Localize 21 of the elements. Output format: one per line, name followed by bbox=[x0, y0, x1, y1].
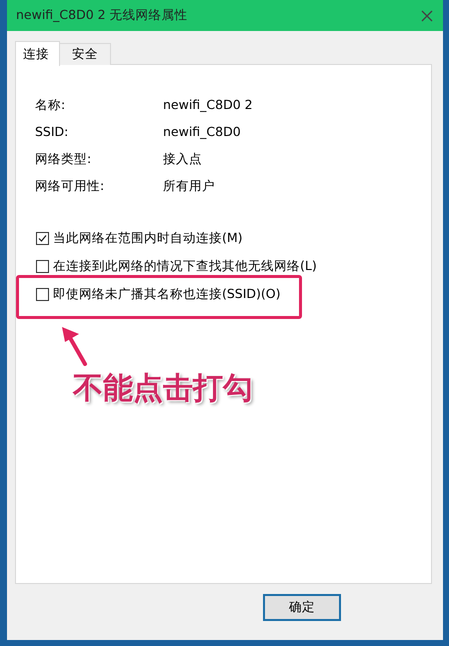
close-icon[interactable] bbox=[421, 10, 433, 22]
checkbox[interactable] bbox=[36, 288, 49, 300]
annotation-text: 不能点击打勾 bbox=[73, 370, 253, 408]
window-title: newifi_C8D0 2 无线网络属性 bbox=[16, 7, 188, 24]
checkbox-label: 在连接到此网络的情况下查找其他无线网络(L) bbox=[53, 257, 317, 275]
property-value: newifi_C8D0 2 bbox=[163, 97, 254, 113]
property-label: 网络可用性: bbox=[35, 178, 106, 194]
property-value: 接入点 bbox=[163, 151, 203, 167]
property-label: 网络类型: bbox=[35, 151, 92, 167]
checkbox[interactable] bbox=[36, 260, 49, 272]
checkbox-label: 即使网络未广播其名称也连接(SSID)(O) bbox=[53, 285, 281, 303]
ok-button[interactable]: 确定 bbox=[263, 594, 341, 621]
property-label: 名称: bbox=[35, 97, 66, 113]
checkbox-label: 当此网络在范围内时自动连接(M) bbox=[53, 229, 243, 247]
property-value: 所有用户 bbox=[163, 178, 216, 194]
checkbox[interactable] bbox=[36, 232, 49, 244]
property-value: newifi_C8D0 bbox=[163, 124, 242, 140]
tab[interactable]: 安全 bbox=[59, 43, 111, 65]
arrow-icon bbox=[62, 327, 87, 366]
tab[interactable]: 连接 bbox=[15, 41, 60, 66]
property-label: SSID: bbox=[35, 124, 70, 140]
